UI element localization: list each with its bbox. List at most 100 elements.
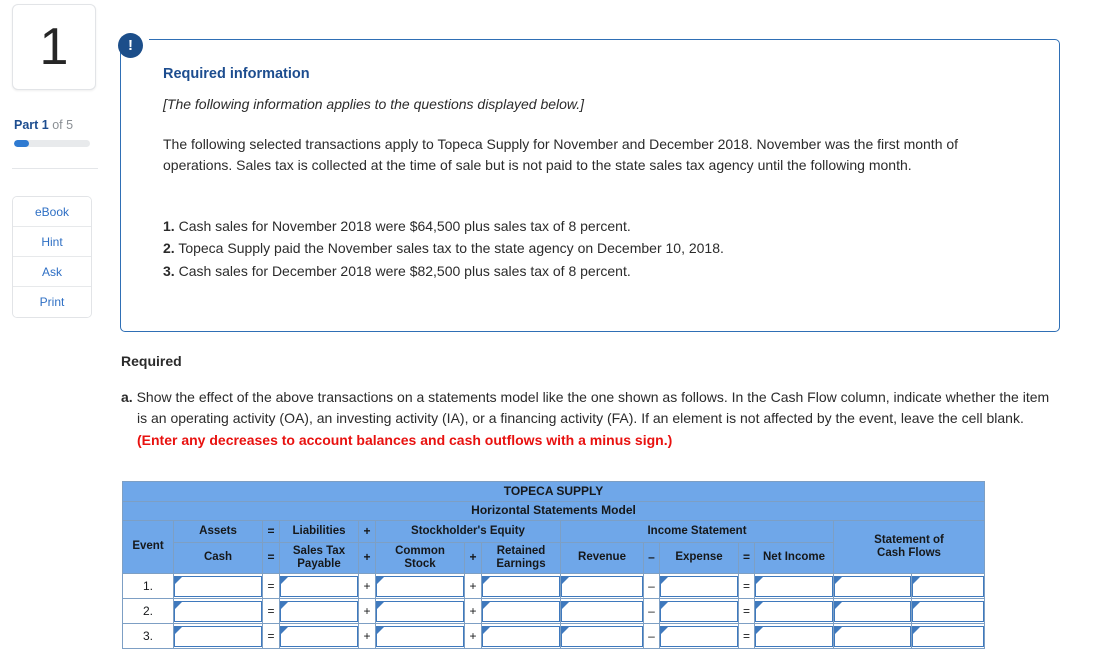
cell-sales-tax-payable[interactable] bbox=[279, 623, 359, 649]
column-header-sales-tax-payable: Sales Tax Payable bbox=[279, 542, 359, 574]
sidebar-item-ask[interactable]: Ask bbox=[13, 257, 91, 287]
part-indicator-current: Part 1 bbox=[14, 118, 49, 132]
input-cash-flow-activity[interactable] bbox=[912, 575, 984, 597]
cell-expense[interactable] bbox=[659, 573, 739, 599]
table-row: 3. = + + – = bbox=[122, 623, 985, 649]
input-net-income[interactable] bbox=[755, 600, 833, 622]
input-cash-flow-amount[interactable] bbox=[834, 625, 911, 647]
input-sales-tax-payable[interactable] bbox=[280, 575, 358, 597]
column-header-expense: Expense bbox=[659, 542, 739, 574]
input-expense[interactable] bbox=[660, 575, 738, 597]
group-header-income-statement: Income Statement bbox=[560, 520, 834, 543]
cell-expense[interactable] bbox=[659, 598, 739, 624]
cell-cash-flow-amount[interactable] bbox=[833, 623, 912, 649]
question-number: 1 bbox=[39, 18, 69, 76]
cell-sales-tax-payable[interactable] bbox=[279, 573, 359, 599]
row-operator-equals-1: = bbox=[262, 598, 280, 624]
table-group-header-row: Event Assets = Liabilities + Stockholder… bbox=[122, 520, 985, 574]
input-expense[interactable] bbox=[660, 600, 738, 622]
row-operator-equals-2: = bbox=[738, 623, 755, 649]
input-net-income[interactable] bbox=[755, 575, 833, 597]
required-item-text: Show the effect of the above transaction… bbox=[136, 389, 1050, 427]
cell-net-income[interactable] bbox=[754, 573, 834, 599]
cell-net-income[interactable] bbox=[754, 623, 834, 649]
cell-expense[interactable] bbox=[659, 623, 739, 649]
hint-label: Hint bbox=[41, 234, 63, 249]
cell-cash-flow-amount[interactable] bbox=[833, 573, 912, 599]
cell-cash[interactable] bbox=[173, 598, 263, 624]
cell-revenue[interactable] bbox=[560, 598, 644, 624]
input-revenue[interactable] bbox=[561, 575, 643, 597]
input-common-stock[interactable] bbox=[376, 625, 464, 647]
retained-earnings-line-1: Retained bbox=[496, 544, 546, 557]
cell-net-income[interactable] bbox=[754, 598, 834, 624]
input-retained-earnings[interactable] bbox=[482, 575, 560, 597]
input-common-stock[interactable] bbox=[376, 575, 464, 597]
ebook-label: eBook bbox=[34, 204, 70, 219]
column-header-revenue: Revenue bbox=[560, 542, 644, 574]
sidebar-item-ebook[interactable]: eBook bbox=[13, 197, 91, 227]
ask-label: Ask bbox=[41, 264, 62, 279]
input-revenue[interactable] bbox=[561, 625, 643, 647]
input-cash-flow-activity[interactable] bbox=[912, 600, 984, 622]
group-operator-equals-1: = bbox=[262, 520, 280, 543]
print-label: Print bbox=[39, 295, 65, 309]
input-revenue[interactable] bbox=[561, 600, 643, 622]
required-item-a: a. Show the effect of the above transact… bbox=[121, 387, 1061, 451]
row-operator-equals-2: = bbox=[738, 598, 755, 624]
cell-sales-tax-payable[interactable] bbox=[279, 598, 359, 624]
table-subtitle-row: Horizontal Statements Model bbox=[122, 501, 985, 521]
input-cash[interactable] bbox=[174, 600, 262, 622]
sidebar-item-print[interactable]: Print bbox=[13, 287, 91, 317]
sales-tax-payable-line-1: Sales Tax bbox=[292, 544, 346, 557]
input-cash[interactable] bbox=[174, 575, 262, 597]
company-title: TOPECA SUPPLY bbox=[122, 481, 985, 502]
row-operator-minus: – bbox=[643, 573, 660, 599]
input-sales-tax-payable[interactable] bbox=[280, 625, 358, 647]
group-header-liabilities: Liabilities bbox=[279, 520, 359, 543]
column-header-net-income: Net Income bbox=[754, 542, 834, 574]
column-operator-plus-1: + bbox=[358, 542, 376, 574]
cell-revenue[interactable] bbox=[560, 623, 644, 649]
cell-cash-flow-activity[interactable] bbox=[911, 573, 985, 599]
sales-tax-payable-line-2: Payable bbox=[297, 558, 341, 570]
cell-cash-flow-activity[interactable] bbox=[911, 623, 985, 649]
list-item: 1. Cash sales for November 2018 were $64… bbox=[163, 215, 1029, 238]
column-operator-plus-2: + bbox=[464, 542, 482, 574]
input-cash-flow-amount[interactable] bbox=[834, 575, 911, 597]
column-header-cash: Cash bbox=[173, 542, 263, 574]
input-net-income[interactable] bbox=[755, 625, 833, 647]
input-expense[interactable] bbox=[660, 625, 738, 647]
input-cash-flow-activity[interactable] bbox=[912, 625, 984, 647]
input-retained-earnings[interactable] bbox=[482, 600, 560, 622]
required-item-marker: a. bbox=[121, 389, 133, 405]
input-retained-earnings[interactable] bbox=[482, 625, 560, 647]
part-indicator: Part 1 of 5 bbox=[14, 118, 73, 132]
row-operator-plus-1: + bbox=[358, 598, 376, 624]
input-common-stock[interactable] bbox=[376, 600, 464, 622]
input-cash-flow-amount[interactable] bbox=[834, 600, 911, 622]
cell-common-stock[interactable] bbox=[375, 623, 465, 649]
column-operator-minus: – bbox=[643, 542, 660, 574]
input-sales-tax-payable[interactable] bbox=[280, 600, 358, 622]
list-item-number: 3. bbox=[163, 263, 175, 280]
list-item-text: Topeca Supply paid the November sales ta… bbox=[178, 240, 724, 257]
cell-retained-earnings[interactable] bbox=[481, 573, 561, 599]
cell-cash[interactable] bbox=[173, 623, 263, 649]
part-progress-fill bbox=[14, 140, 30, 147]
scf-line-2: Cash Flows bbox=[877, 547, 941, 559]
cell-common-stock[interactable] bbox=[375, 573, 465, 599]
column-header-retained-earnings: Retained Earnings bbox=[481, 542, 561, 574]
row-operator-equals-1: = bbox=[262, 623, 280, 649]
cell-common-stock[interactable] bbox=[375, 598, 465, 624]
cell-cash-flow-amount[interactable] bbox=[833, 598, 912, 624]
model-title: Horizontal Statements Model bbox=[122, 501, 985, 521]
cell-retained-earnings[interactable] bbox=[481, 623, 561, 649]
cell-revenue[interactable] bbox=[560, 573, 644, 599]
cell-cash[interactable] bbox=[173, 573, 263, 599]
cell-retained-earnings[interactable] bbox=[481, 598, 561, 624]
sidebar-item-hint[interactable]: Hint bbox=[13, 227, 91, 257]
input-cash[interactable] bbox=[174, 625, 262, 647]
row-event-number: 1. bbox=[122, 573, 174, 599]
cell-cash-flow-activity[interactable] bbox=[911, 598, 985, 624]
